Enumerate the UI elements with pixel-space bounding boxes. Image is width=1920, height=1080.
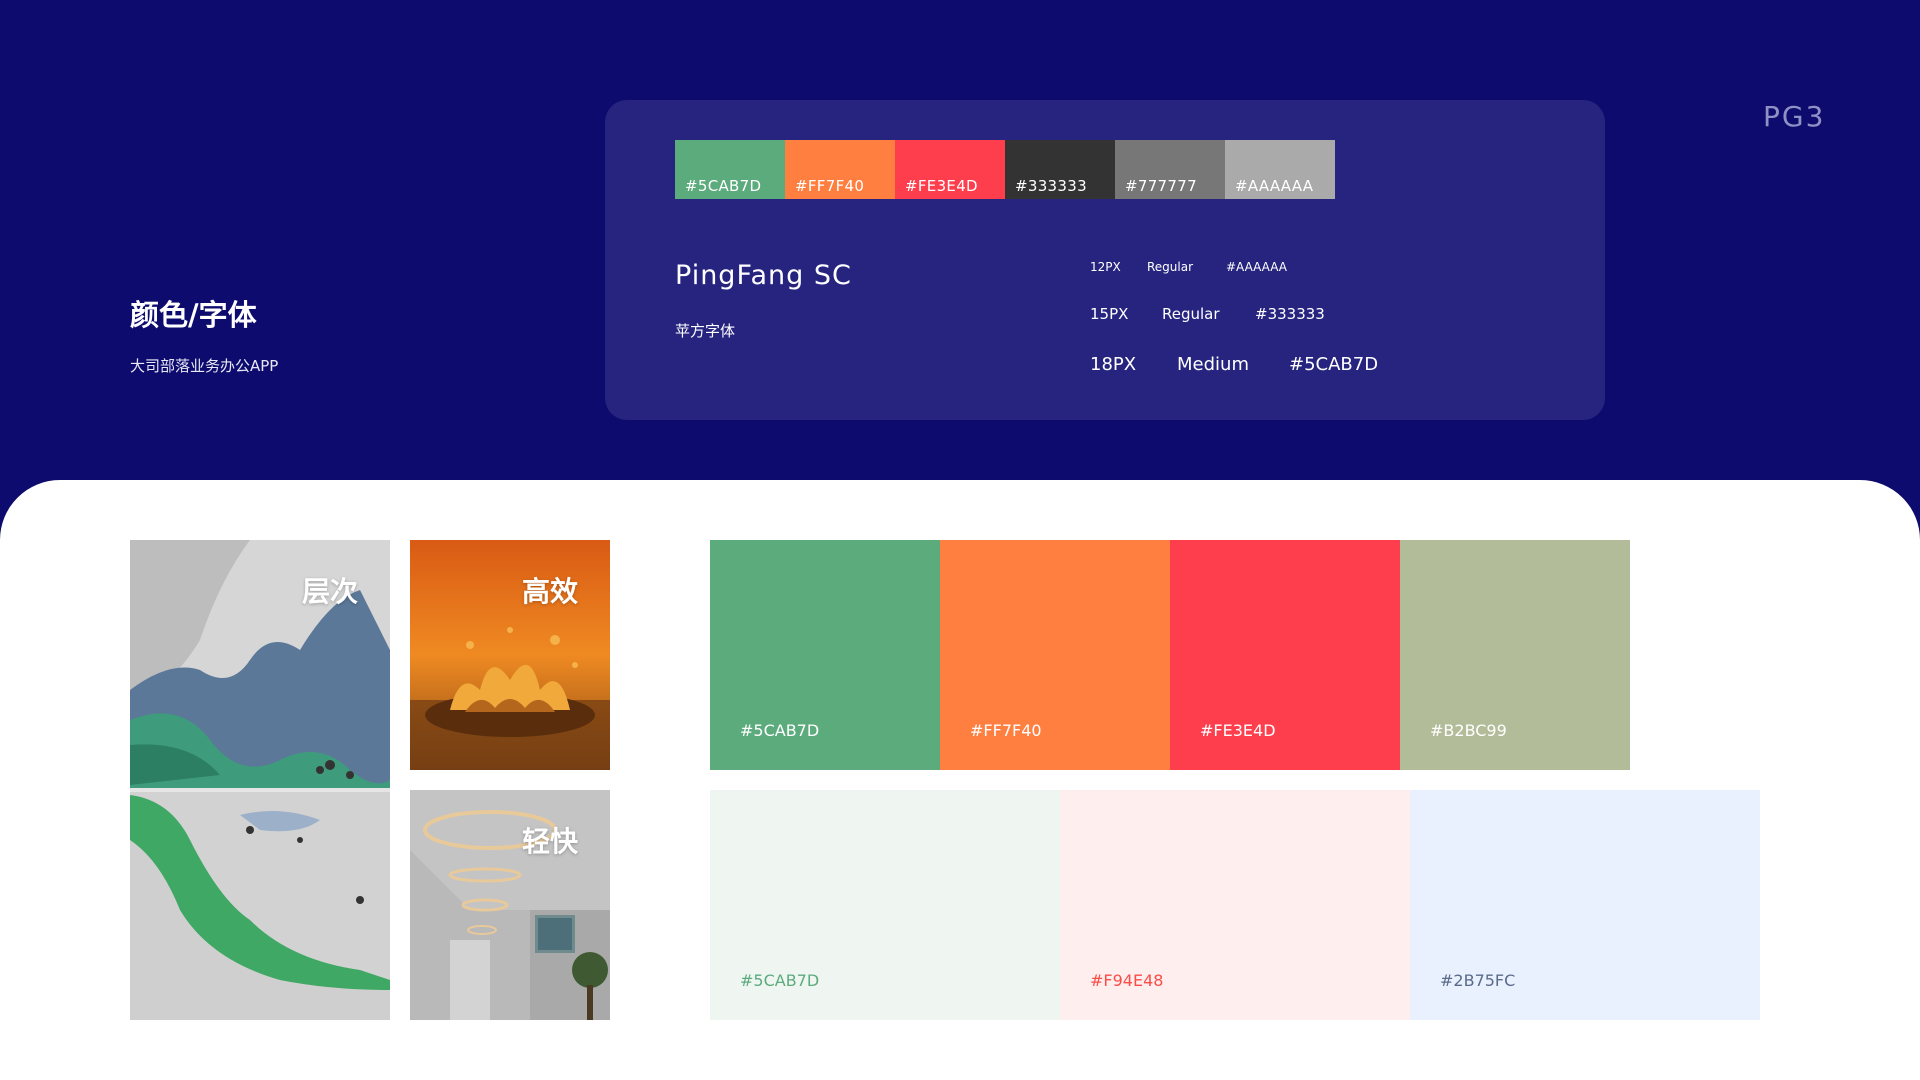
type-color: #AAAAAA — [1226, 260, 1287, 274]
swatch-label: #FE3E4D — [1200, 721, 1276, 740]
efficient-image: 高效 — [410, 540, 610, 770]
swatch-label: #5CAB7D — [685, 177, 762, 195]
strip-swatch: #5CAB7D — [675, 140, 785, 199]
tint-swatch: #2B75FC — [1410, 790, 1760, 1020]
light-image: 轻快 — [410, 790, 610, 1020]
tint-label: #5CAB7D — [740, 971, 820, 990]
image-label-layers: 层次 — [302, 575, 359, 608]
section-title: 颜色/字体 — [130, 298, 257, 332]
type-size: 12PX — [1090, 260, 1121, 274]
image-label-light: 轻快 — [522, 825, 579, 858]
swatch-label: #B2BC99 — [1430, 721, 1507, 740]
font-name: PingFang SC — [675, 260, 852, 291]
palette-swatch: #5CAB7D — [710, 540, 940, 770]
color-strip: #5CAB7D #FF7F40 #FE3E4D #333333 #777777 … — [675, 140, 1335, 199]
palette-swatch: #B2BC99 — [1400, 540, 1630, 770]
strip-swatch: #AAAAAA — [1225, 140, 1335, 199]
swatch-label: #AAAAAA — [1235, 177, 1314, 195]
tint-label: #2B75FC — [1440, 971, 1516, 990]
swatch-label: #5CAB7D — [740, 721, 820, 740]
swatch-label: #FF7F40 — [970, 721, 1042, 740]
type-color: #333333 — [1255, 305, 1325, 323]
strip-swatch: #FF7F40 — [785, 140, 895, 199]
tint-swatch: #5CAB7D — [710, 790, 1060, 1020]
tint-label: #F94E48 — [1090, 971, 1164, 990]
palette-swatch: #FF7F40 — [940, 540, 1170, 770]
type-size: 18PX — [1090, 354, 1137, 375]
splash-illustration — [410, 540, 610, 770]
palette-swatch: #FE3E4D — [1170, 540, 1400, 770]
tint-swatch: #F94E48 — [1060, 790, 1410, 1020]
layers-image: 层次 — [130, 540, 390, 1020]
strip-swatch: #FE3E4D — [895, 140, 1005, 199]
type-weight: Regular — [1147, 260, 1194, 274]
strip-swatch: #777777 — [1115, 140, 1225, 199]
font-name-cn: 苹方字体 — [675, 322, 736, 340]
swatch-label: #777777 — [1125, 177, 1197, 195]
landscape-illustration — [130, 540, 390, 1020]
type-color: #5CAB7D — [1289, 354, 1379, 375]
page: PG3 颜色/字体 大司部落业务办公APP #5CAB7D #FF7F40 #F… — [0, 0, 1920, 1080]
image-label-efficient: 高效 — [522, 575, 579, 608]
type-size: 15PX — [1090, 305, 1129, 323]
strip-swatch: #333333 — [1005, 140, 1115, 199]
swatch-label: #333333 — [1015, 177, 1087, 195]
spec-card: #5CAB7D #FF7F40 #FE3E4D #333333 #777777 … — [605, 100, 1605, 420]
interior-illustration — [410, 790, 610, 1020]
swatch-label: #FE3E4D — [905, 177, 978, 195]
swatch-label: #FF7F40 — [795, 177, 865, 195]
section-subtitle: 大司部落业务办公APP — [130, 357, 279, 375]
type-weight: Regular — [1162, 305, 1220, 323]
page-number: PG3 — [1763, 100, 1826, 133]
type-weight: Medium — [1177, 354, 1249, 375]
